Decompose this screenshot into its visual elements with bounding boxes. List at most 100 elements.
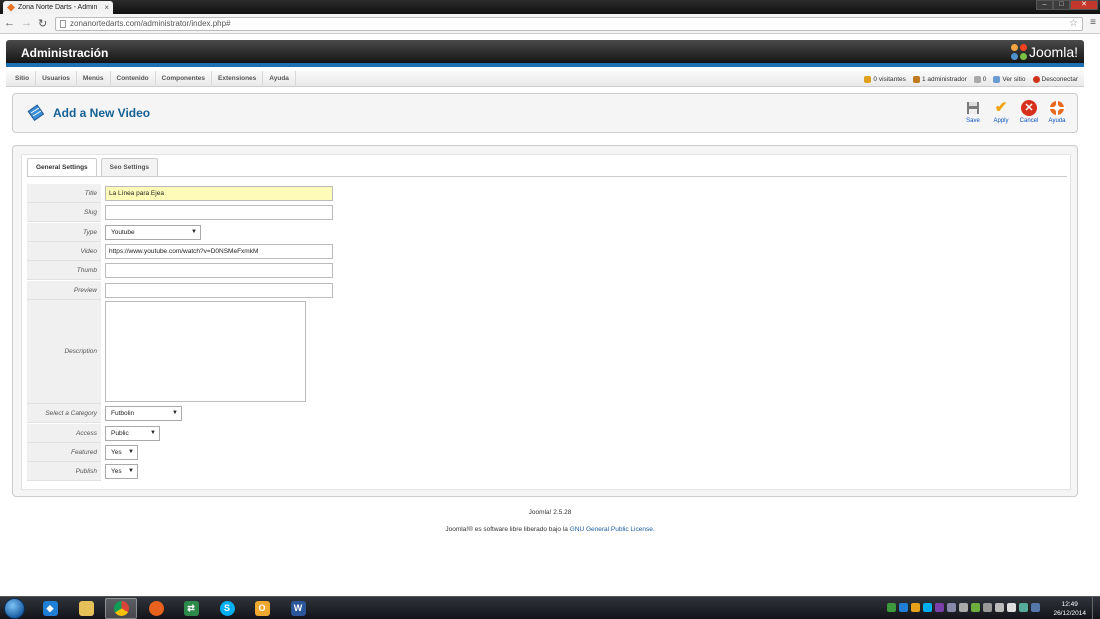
action-center-flag-icon[interactable] [1007, 603, 1016, 612]
maximize-icon[interactable]: □ [1053, 0, 1070, 10]
tab-title: Zona Norte Darts - Admin [18, 4, 98, 11]
title-row: Title La Línea para Ejea [27, 184, 337, 203]
volume-icon[interactable] [995, 603, 1004, 612]
save-button[interactable]: Save [959, 98, 987, 124]
admin-menu-bar: Sitio Usuarios Menús Contenido Component… [6, 71, 1084, 87]
reload-icon[interactable]: ↻ [38, 17, 47, 30]
browser-menu-icon[interactable]: ≡ [1090, 17, 1096, 28]
taskbar-chrome[interactable] [105, 598, 137, 619]
logout-link[interactable]: Desconectar [1032, 75, 1078, 83]
windows-start-icon[interactable] [4, 598, 25, 619]
tray-dropbox-icon[interactable] [899, 603, 908, 612]
type-select[interactable]: Youtube ▼ [105, 225, 201, 240]
joomla-logo: Joomla! [1010, 44, 1078, 60]
tray-app-icon[interactable] [911, 603, 920, 612]
taskbar-explorer[interactable] [70, 598, 102, 619]
taskbar-word[interactable]: W [282, 598, 314, 619]
category-select[interactable]: Futbolin ▼ [105, 406, 182, 421]
gpl-link[interactable]: GNU General Public License. [570, 526, 655, 533]
title-label: Title [27, 184, 101, 203]
tab-close-icon[interactable]: × [104, 3, 109, 12]
page-icon [60, 20, 66, 28]
slug-input[interactable] [105, 205, 333, 220]
menu-item-sitio[interactable]: Sitio [9, 71, 37, 87]
forward-arrow-icon[interactable]: → [21, 17, 32, 29]
preview-input[interactable] [105, 283, 333, 298]
description-label: Description [27, 300, 101, 404]
tray-app-icon[interactable] [1031, 603, 1040, 612]
taskbar-transfer[interactable]: ⇄ [175, 598, 207, 619]
dropdown-arrow-icon: ▼ [128, 449, 134, 455]
help-button[interactable]: Ayuda [1043, 98, 1071, 124]
slug-row: Slug [27, 203, 337, 222]
description-row: Description [27, 300, 337, 404]
menu-item-extensiones[interactable]: Extensiones [212, 71, 264, 87]
cancel-button[interactable]: ✕ Cancel [1015, 98, 1043, 124]
tray-app-icon[interactable] [959, 603, 968, 612]
menu-item-componentes[interactable]: Componentes [156, 71, 212, 87]
thumb-row: Thumb [27, 261, 337, 280]
clock-date: 26/12/2014 [1053, 610, 1086, 617]
video-url-input[interactable]: https://www.youtube.com/watch?v=D0NSMeFx… [105, 244, 333, 259]
type-value: Youtube [111, 229, 135, 236]
title-input[interactable]: La Línea para Ejea [105, 186, 333, 201]
view-site-link[interactable]: Ver sitio [993, 75, 1026, 83]
help-lifebuoy-icon [1049, 100, 1065, 116]
dropdown-arrow-icon: ▼ [191, 229, 197, 235]
tab-general-settings[interactable]: General Settings [27, 158, 97, 177]
menu-item-ayuda[interactable]: Ayuda [263, 71, 296, 87]
tray-app-icon[interactable] [887, 603, 896, 612]
thumb-input[interactable] [105, 263, 333, 278]
visitors-status: 0 visitantes [864, 75, 906, 83]
access-label: Access [27, 424, 101, 443]
featured-select[interactable]: Yes ▼ [105, 445, 138, 460]
publish-row: Publish Yes ▼ [27, 462, 337, 481]
menu-item-contenido[interactable]: Contenido [111, 71, 156, 87]
menu-item-usuarios[interactable]: Usuarios [36, 71, 77, 87]
access-select[interactable]: Public ▼ [105, 426, 160, 441]
preview-row: Preview [27, 281, 337, 300]
tray-skype-icon[interactable] [923, 603, 932, 612]
show-desktop-button[interactable] [1092, 597, 1100, 619]
dropdown-arrow-icon: ▼ [172, 410, 178, 416]
tray-app-icon[interactable] [1019, 603, 1028, 612]
address-bar[interactable]: zonanortedarts.com/administrator/index.p… [55, 17, 1083, 31]
preview-label: Preview [27, 281, 101, 300]
transfer-arrows-icon: ⇄ [183, 601, 199, 616]
windows-taskbar: ◆ ⇄ S O W 12:49 26/12/2014 [0, 596, 1100, 619]
back-arrow-icon[interactable]: ← [4, 17, 15, 29]
admin-header: Administración Joomla! [6, 40, 1084, 67]
system-tray [884, 603, 1040, 612]
tab-divider [27, 176, 1067, 177]
clock[interactable]: 12:49 26/12/2014 [1053, 600, 1086, 618]
tray-onenote-icon[interactable] [935, 603, 944, 612]
featured-value: Yes [111, 449, 122, 456]
tab-seo-settings[interactable]: Seo Settings [100, 158, 159, 176]
publish-select[interactable]: Yes ▼ [105, 464, 138, 479]
tray-app-icon[interactable] [971, 603, 980, 612]
apply-button[interactable]: ✔ Apply [987, 98, 1015, 125]
taskbar-outlook[interactable]: O [246, 598, 278, 619]
help-label: Ayuda [1048, 118, 1066, 124]
bookmark-star-icon[interactable]: ☆ [1069, 18, 1078, 30]
network-signal-icon[interactable] [983, 603, 992, 612]
messages-status[interactable]: 0 [973, 75, 986, 83]
taskbar-dropbox[interactable]: ◆ [34, 598, 66, 619]
clock-time: 12:49 [1061, 601, 1078, 608]
description-textarea[interactable] [105, 301, 306, 402]
apply-label: Apply [993, 118, 1009, 124]
window-close-icon[interactable]: ✕ [1070, 0, 1098, 10]
menu-item-menus[interactable]: Menús [77, 71, 111, 87]
joomla-favicon-icon [7, 3, 15, 12]
category-value: Futbolin [111, 410, 135, 417]
browser-tab[interactable]: Zona Norte Darts - Admin × [3, 1, 113, 14]
taskbar-skype[interactable]: S [211, 598, 243, 619]
taskbar-firefox[interactable] [140, 598, 172, 619]
category-label: Select a Category [27, 404, 101, 423]
minimize-icon[interactable]: – [1036, 0, 1053, 10]
version-footer: Joomla! 2.5.28 [528, 509, 572, 516]
tray-app-icon[interactable] [947, 603, 956, 612]
messages-icon [973, 75, 981, 83]
firefox-icon [148, 601, 164, 616]
featured-label: Featured [27, 443, 101, 462]
